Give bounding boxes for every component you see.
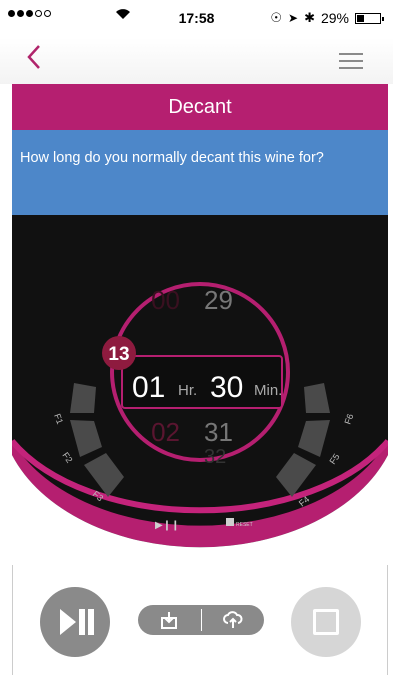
chevron-left-icon [27,45,40,69]
minutes-prev[interactable]: 29 [204,285,233,315]
minutes-value[interactable]: 30 [210,371,243,404]
minutes-unit: Min. [254,382,282,399]
minutes-next2: 32 [204,446,226,468]
battery-percent: 29% [320,10,349,26]
battery-icon [355,12,384,24]
download-save-icon [161,612,178,629]
play-pause-icon [60,609,94,635]
back-button[interactable] [26,44,42,74]
hours-prev[interactable]: 00 [151,285,180,315]
step-badge-number: 13 [108,344,129,365]
question-prompt: How long do you normally decant this win… [12,130,388,215]
dial-stop-glyph[interactable] [226,518,234,526]
dial-play-pause-glyph[interactable]: ▶❙❙ [155,520,179,531]
play-pause-button[interactable] [40,587,110,657]
stop-button[interactable] [291,587,361,657]
cloud-upload-icon [222,611,243,628]
page-title: Decant [12,84,388,130]
sync-control [138,605,264,635]
stop-icon [313,609,339,635]
dial-reset-label: RESET [236,522,253,528]
bluetooth-icon: ✱ [304,10,315,25]
hours-value[interactable]: 01 [132,371,165,404]
status-bar: 17:58 ☉ ➤ ✱ 29% [0,0,393,38]
nav-bar [0,38,393,84]
hamburger-menu-icon[interactable] [339,53,363,74]
upload-cloud-button[interactable] [202,605,265,635]
decant-dial: F1 F2 F3 F4 F5 F6 ▶❙❙ RESET 00 29 02 31 … [12,215,388,565]
hours-unit: Hr. [178,382,197,399]
minutes-next[interactable]: 31 [204,417,233,447]
orientation-lock-icon: ☉ [270,10,282,25]
dial-graphic: F1 F2 F3 F4 F5 F6 ▶❙❙ RESET 00 29 02 31 … [12,215,388,565]
hours-next[interactable]: 02 [151,417,180,447]
bottom-controls [0,575,393,675]
location-icon: ➤ [288,11,299,25]
segment-f1[interactable] [70,383,96,413]
save-to-device-button[interactable] [138,605,201,635]
